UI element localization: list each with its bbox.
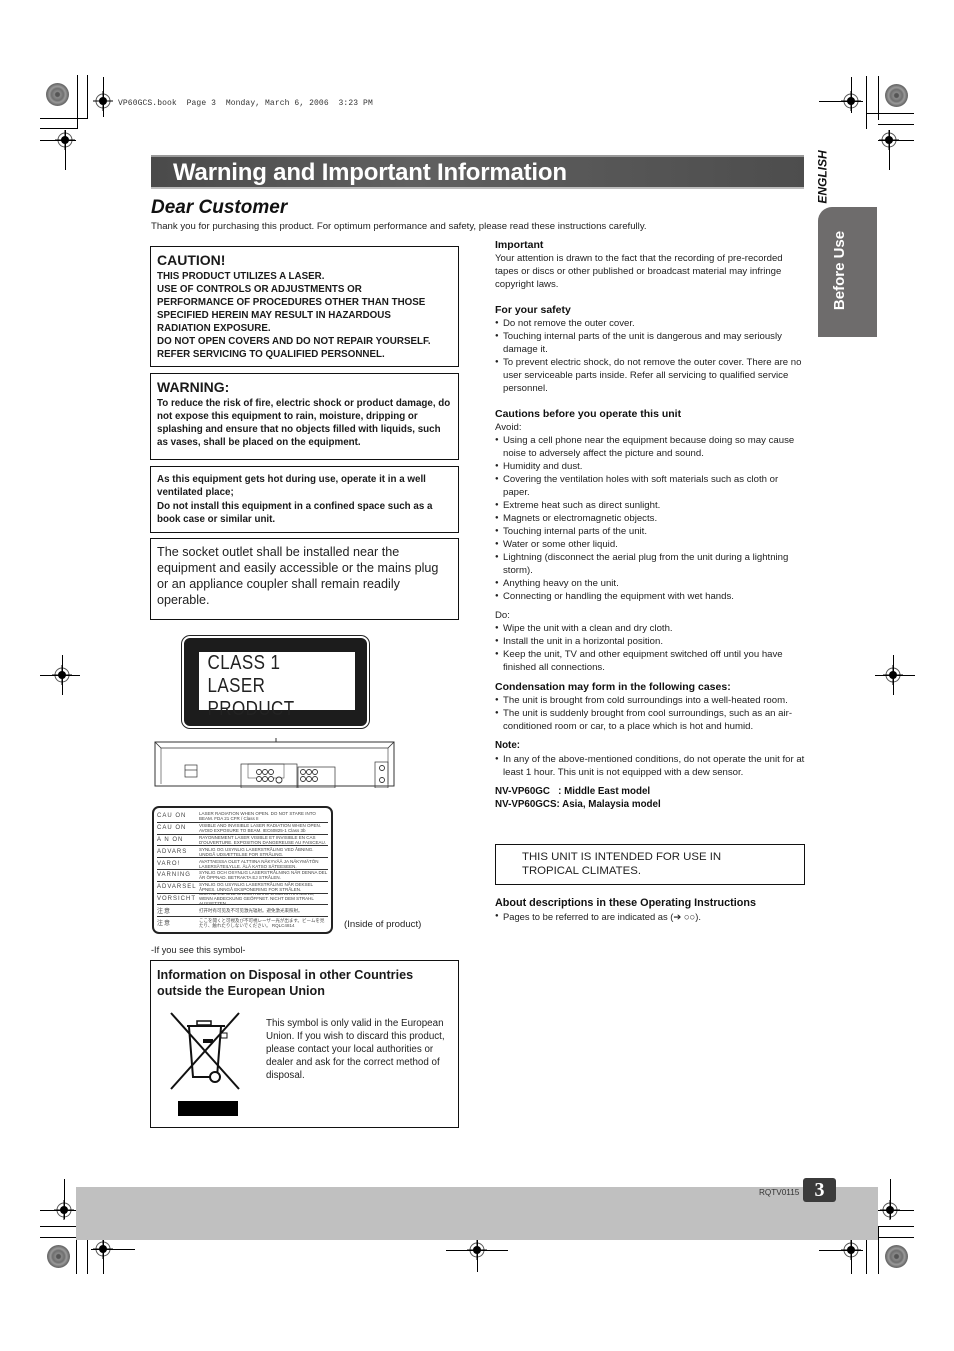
caution-line: DO NOT OPEN COVERS AND DO NOT REPAIR YOU… [157, 336, 431, 347]
ventilation-text-1: As this equipment gets hot during use, o… [157, 474, 426, 499]
warning-label-row: VARNING SYNLIG OCH OSYNLIG LASERSTRÅLNING… [157, 870, 328, 882]
tropical-climate-box: THIS UNIT IS INTENDED FOR USE IN TROPICA… [495, 844, 805, 885]
list-item: Touching internal parts of the unit is d… [495, 330, 805, 356]
caution-line: SPECIFIED HEREIN MAY RESULT IN HAZARDOUS [157, 310, 391, 321]
list-item: Magnets or electromagnetic objects. [495, 512, 805, 525]
page-title-bar: Warning and Important Information [151, 155, 804, 189]
do-label: Do: [495, 610, 510, 621]
do-list: Wipe the unit with a clean and dry cloth… [495, 622, 805, 674]
model-line: NV-VP60GC : Middle East model [495, 786, 651, 797]
right-column: Important Your attention is drawn to the… [495, 238, 805, 811]
footer-band [76, 1187, 878, 1240]
warning-text: To reduce the risk of fire, electric sho… [157, 398, 451, 448]
list-item: Keep the unit, TV and other equipment sw… [495, 648, 805, 674]
page-title: Warning and Important Information [173, 159, 567, 186]
list-item: Lightning (disconnect the aerial plug fr… [495, 551, 805, 577]
ventilation-box: As this equipment gets hot during use, o… [150, 466, 459, 533]
condensation-heading: Condensation may form in the following c… [495, 681, 731, 693]
warning-label-row: A N ON RAYONNEMENT LASER VISIBLE ET INVIS… [157, 834, 328, 847]
class1-laser-label: CLASS 1 LASER PRODUCT [181, 635, 370, 729]
list-item: The unit is brought from cold surroundin… [495, 694, 805, 707]
about-heading: About descriptions in these Operating In… [495, 897, 756, 909]
list-item: Do not remove the outer cover. [495, 317, 805, 330]
list-item: Humidity and dust. [495, 460, 805, 473]
about-descriptions: About descriptions in these Operating In… [495, 896, 805, 923]
important-heading: Important [495, 239, 544, 251]
warning-label-row: CAU ON LASER RADIATION WHEN OPEN. DO NOT … [157, 811, 328, 823]
list-item: Install the unit in a horizontal positio… [495, 635, 805, 648]
print-header: VP60GCS.book Page 3 Monday, March 6, 200… [118, 99, 373, 108]
tropical-text: THIS UNIT IS INTENDED FOR USE IN TROPICA… [522, 851, 722, 877]
dear-customer-heading: Dear Customer [151, 197, 288, 218]
cautions-heading: Cautions before you operate this unit [495, 408, 682, 420]
list-item: Touching internal parts of the unit. [495, 525, 805, 538]
inside-warning-label: CAU ON LASER RADIATION WHEN OPEN. DO NOT … [152, 806, 333, 934]
color-disc-icon [46, 83, 69, 106]
warning-label-row: 注意 打开时有可见及不可见激光辐射。避免激光束照射。 [157, 905, 328, 918]
bin-bar [178, 1101, 238, 1116]
language-tab: ENGLISH [814, 150, 838, 210]
list-item: Covering the ventilation holes with soft… [495, 473, 805, 499]
list-item: To prevent electric shock, do not remove… [495, 356, 805, 395]
safety-list: Do not remove the outer cover. Touching … [495, 317, 805, 395]
safety-heading: For your safety [495, 304, 571, 316]
disposal-info-box: Information on Disposal in other Countri… [150, 960, 459, 1128]
color-disc-icon [885, 84, 908, 107]
note-heading: Note: [495, 740, 521, 751]
warning-heading: WARNING: [157, 379, 230, 395]
avoid-label: Avoid: [495, 422, 522, 433]
list-item: Connecting or handling the equipment wit… [495, 590, 805, 603]
crossed-out-bin-icon [170, 1012, 240, 1090]
symbol-note: -If you see this symbol- [151, 945, 246, 955]
warning-label-row: CAU ON VISIBLE AND INVISIBLE LASER RADIAT… [157, 823, 328, 835]
avoid-list: Using a cell phone near the equipment be… [495, 434, 805, 603]
warning-label-row: 注意 ここを開くと可視及び不可視レーザー光が出ます。ビームを見たり、触れたりしない… [157, 917, 325, 928]
caution-line: THIS PRODUCT UTILIZES A LASER. [157, 271, 325, 282]
warning-label-row: ADVARS SYNLIG OG USYNLIG LASERSTRÅLING VE… [157, 846, 328, 859]
caution-box: CAUTION! THIS PRODUCT UTILIZES A LASER. … [150, 246, 459, 367]
list-item: Wipe the unit with a clean and dry cloth… [495, 622, 805, 635]
caution-line: RADIATION EXPOSURE. [157, 323, 271, 334]
list-item: In any of the above-mentioned conditions… [495, 753, 805, 779]
socket-outlet-text: The socket outlet shall be installed nea… [157, 545, 439, 607]
list-item: Anything heavy on the unit. [495, 577, 805, 590]
socket-outlet-box: The socket outlet shall be installed nea… [150, 538, 459, 620]
list-item: Using a cell phone near the equipment be… [495, 434, 805, 460]
caution-line: PERFORMANCE OF PROCEDURES OTHER THAN THO… [157, 297, 426, 308]
inside-of-product-caption: (Inside of product) [344, 919, 422, 930]
list-item: Pages to be referred to are indicated as… [495, 910, 805, 923]
document-code: RQTV0115 [759, 1188, 800, 1197]
caution-line: REFER SERVICING TO QUALIFIED PERSONNEL. [157, 349, 385, 360]
disposal-text: This symbol is only valid in the Europea… [266, 1018, 445, 1081]
caution-heading: CAUTION! [157, 252, 226, 268]
section-tab: Before Use [818, 207, 877, 337]
warning-box: WARNING: To reduce the risk of fire, ele… [150, 373, 459, 460]
intro-text: Thank you for purchasing this product. F… [151, 221, 647, 232]
ventilation-text-2: Do not install this equipment in a confi… [157, 500, 433, 525]
list-item: The unit is suddenly brought from cool s… [495, 707, 805, 733]
color-disc-icon [885, 1245, 908, 1268]
condensation-list: The unit is brought from cold surroundin… [495, 694, 805, 733]
laser-label-line1: CLASS 1 [207, 652, 281, 674]
vcr-rear-panel-illustration [154, 738, 395, 788]
warning-label-row: VORSICHT SICHTBARE UND UNSICHTBARE LASERS… [157, 894, 328, 906]
warning-label-row: ADVARSEL SYNLIG OG USYNLIG LASERSTRÅLING … [157, 882, 328, 894]
color-disc-icon [47, 1245, 70, 1268]
language-label: ENGLISH [815, 150, 830, 204]
warning-label-row: VARO! AVATTAESSA OLET ALTTIINA NÄKYVÄÄ JA… [157, 858, 328, 870]
list-item: Extreme heat such as direct sunlight. [495, 499, 805, 512]
caution-line: USE OF CONTROLS OR ADJUSTMENTS OR [157, 284, 362, 295]
model-line: NV-VP60GCS: Asia, Malaysia model [495, 799, 661, 810]
section-tab-label: Before Use [831, 230, 849, 311]
laser-label-line2: LASER PRODUCT [207, 675, 295, 720]
page-number: 3 [803, 1178, 836, 1202]
list-item: Water or some other liquid. [495, 538, 805, 551]
disposal-heading: Information on Disposal in other Countri… [157, 968, 414, 998]
about-list: Pages to be referred to are indicated as… [495, 910, 805, 923]
important-text: Your attention is drawn to the fact that… [495, 253, 783, 290]
note-list: In any of the above-mentioned conditions… [495, 753, 805, 779]
